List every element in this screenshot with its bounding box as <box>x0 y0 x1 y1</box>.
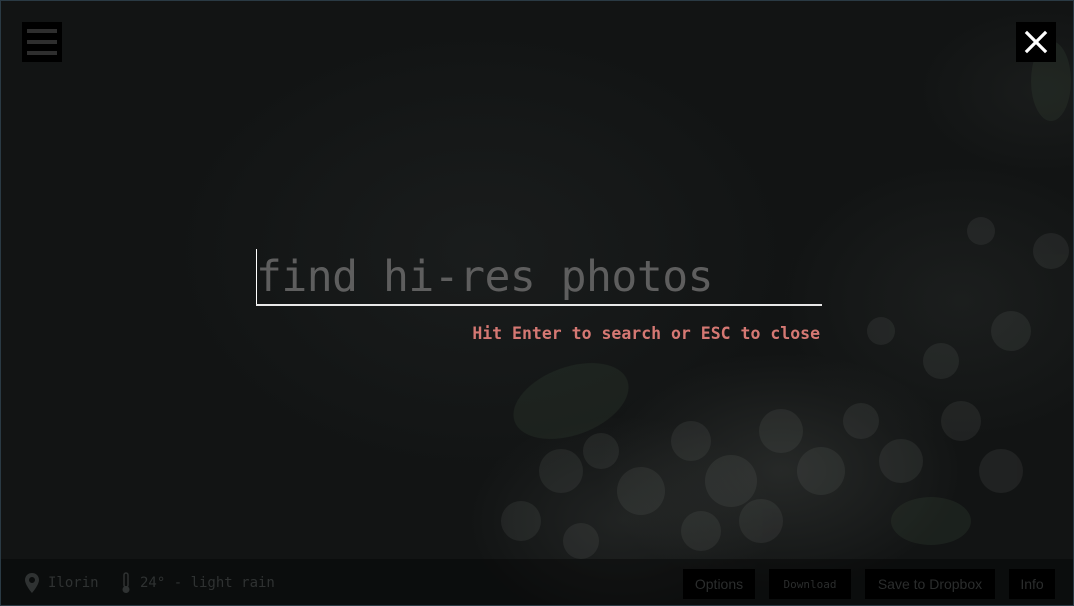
footer-bar: Ilorin 24° - light rain Options Download… <box>1 559 1073 605</box>
close-x-icon <box>1024 30 1048 54</box>
search-overlay: Hit Enter to search or ESC to close Ilor… <box>0 0 1074 606</box>
info-button[interactable]: Info <box>1009 569 1055 599</box>
menu-button[interactable] <box>22 22 62 62</box>
text-cursor <box>256 249 257 304</box>
search-field <box>256 249 822 306</box>
location-info: Ilorin <box>25 559 99 605</box>
weather-label: 24° - light rain <box>140 575 275 591</box>
search-input[interactable] <box>256 249 822 304</box>
save-to-dropbox-button[interactable]: Save to Dropbox <box>865 569 995 599</box>
thermometer-icon <box>121 572 131 594</box>
close-button[interactable] <box>1016 22 1056 62</box>
location-label: Ilorin <box>48 575 99 591</box>
weather-info: 24° - light rain <box>121 559 275 605</box>
map-pin-icon <box>25 573 39 593</box>
search-hint: Hit Enter to search or ESC to close <box>472 324 820 343</box>
options-button[interactable]: Options <box>683 569 755 599</box>
download-button[interactable]: Download <box>769 569 851 599</box>
